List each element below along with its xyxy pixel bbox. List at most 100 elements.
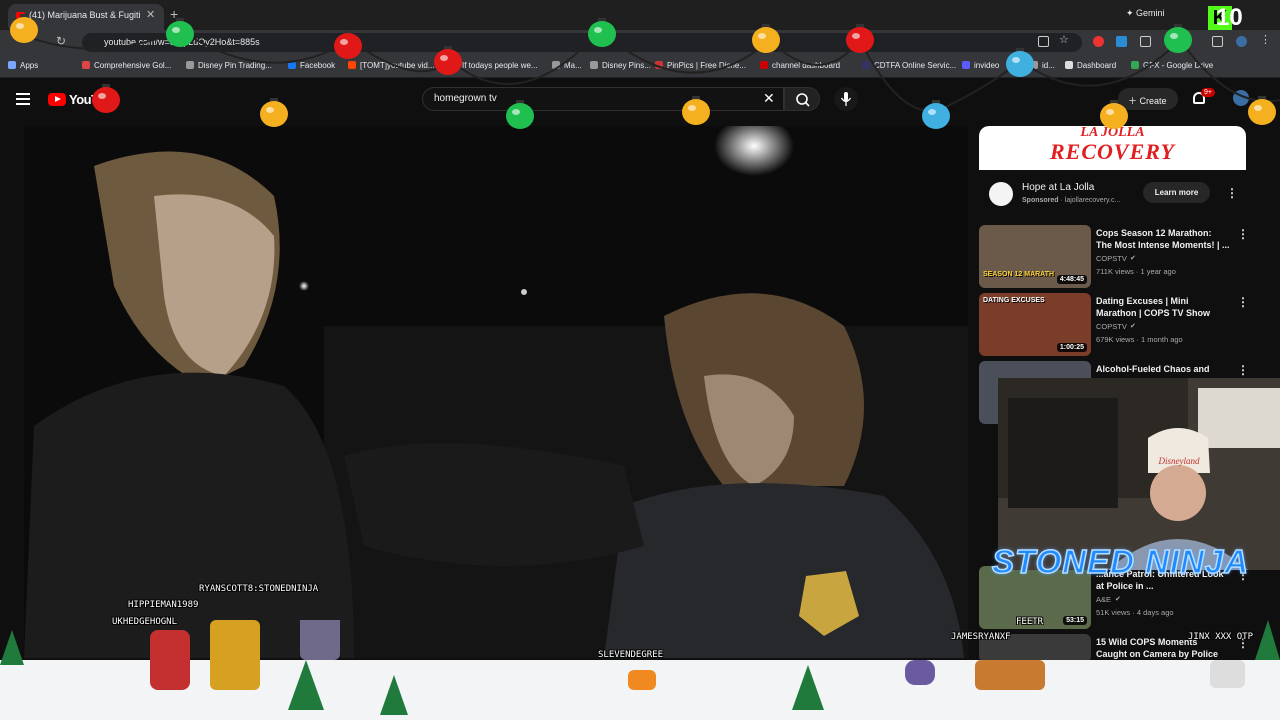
bookmark-favicon-icon xyxy=(288,61,296,69)
thumbnail-caption: SEASON 12 MARATH xyxy=(983,271,1055,278)
video-thumbnail[interactable]: DATING EXCUSES 1:00:25 xyxy=(979,293,1091,356)
recommendation-meta: 51K views · 4 days ago xyxy=(1096,608,1174,617)
chat-user-name: FEETR xyxy=(1016,617,1044,627)
media-controls-icon[interactable] xyxy=(1212,36,1223,47)
christmas-trees-overlay xyxy=(0,620,1280,715)
bookmark-favicon-icon xyxy=(655,61,663,69)
bookmark-item[interactable]: channel dashboard xyxy=(760,61,840,70)
chat-user-name: RYANSCOTT8:STONEDNINJA xyxy=(199,584,319,594)
bookmark-item[interactable]: id... xyxy=(1030,61,1055,70)
install-icon[interactable] xyxy=(1038,36,1049,47)
avatar[interactable] xyxy=(1233,90,1249,106)
bookmark-item[interactable]: Dashboard xyxy=(1065,61,1116,70)
ad-banner-image[interactable]: LA JOLLA RECOVERY xyxy=(979,126,1246,170)
create-button[interactable]: ＋ Create xyxy=(1118,88,1178,110)
gemini-button[interactable]: ✦ Gemini xyxy=(1126,8,1165,19)
chat-user-name: JAMESRYANXF xyxy=(951,632,1011,642)
bookmark-item[interactable]: GFX - Google Drive xyxy=(1131,61,1213,70)
create-label: Create xyxy=(1139,96,1167,106)
bookmark-favicon-icon xyxy=(186,61,194,69)
learn-more-button[interactable]: Learn more xyxy=(1143,182,1210,203)
bookmark-item[interactable]: Facebook xyxy=(288,61,335,70)
video-frame xyxy=(24,126,968,658)
thumbnail-caption: DATING EXCUSES xyxy=(983,297,1045,304)
stream-overlay-title: STONED NINJA xyxy=(991,542,1250,581)
video-player[interactable] xyxy=(24,126,968,658)
man-shirt xyxy=(24,372,354,658)
youtube-favicon-icon xyxy=(16,12,25,20)
chat-user-name: SLEVENDEGREE xyxy=(598,650,664,660)
bookmark-item[interactable]: Disney Pins... xyxy=(590,61,651,70)
bookmark-label: Comprehensive Gol... xyxy=(94,61,172,70)
browser-tab-active[interactable]: (41) Marijuana Bust & Fugiti xyxy=(8,4,164,30)
notifications-badge: 9+ xyxy=(1201,88,1215,97)
video-thumbnail[interactable]: SEASON 12 MARATH 4:48:45 xyxy=(979,225,1091,288)
recommendation-more-options-icon[interactable]: ⋮ xyxy=(1237,296,1249,308)
recommendation-title[interactable]: Alcohol-Fueled Chaos and xyxy=(1096,363,1230,375)
tab-close-icon[interactable]: ✕ xyxy=(146,8,155,21)
bookmark-item[interactable]: invideo xyxy=(962,61,999,70)
ad-title[interactable]: Hope at La Jolla xyxy=(1022,182,1094,193)
recommendation-title[interactable]: Dating Excuses | Mini Marathon | COPS TV… xyxy=(1096,295,1230,319)
viewer-counter: 10 xyxy=(1216,4,1243,31)
youtube-logo-text[interactable]: YouT xyxy=(69,92,99,107)
bookmark-item[interactable]: Apps xyxy=(8,61,38,70)
verified-icon: ✔ xyxy=(1130,255,1136,262)
bookmark-label: GFX - Google Drive xyxy=(1143,61,1214,70)
search-button[interactable] xyxy=(784,87,820,111)
sponsored-label: Sponsored xyxy=(1022,197,1059,204)
clear-search-icon[interactable]: ✕ xyxy=(763,90,775,107)
advertiser-logo[interactable] xyxy=(989,182,1013,206)
bookmark-favicon-icon xyxy=(348,61,356,69)
extensions-puzzle-icon[interactable] xyxy=(1140,36,1151,47)
bookmark-favicon-icon xyxy=(760,61,768,69)
recommendation-more-options-icon[interactable]: ⋮ xyxy=(1237,364,1249,376)
hamburger-menu-icon[interactable] xyxy=(16,93,30,105)
bookmark-item[interactable]: PinPics | Free Disne... xyxy=(655,61,746,70)
profile-icon[interactable] xyxy=(1236,36,1247,47)
webcam-frame: Disneyland xyxy=(998,378,1280,570)
gaming-chair xyxy=(1008,398,1118,508)
ad-banner-line2: RECOVERY xyxy=(1050,139,1175,164)
bookmark-item[interactable]: Ma... xyxy=(552,61,582,70)
bookmark-favicon-icon xyxy=(82,61,90,69)
bookmark-star-icon[interactable]: ☆ xyxy=(1059,33,1070,46)
bookmark-favicon-icon xyxy=(1030,61,1038,69)
extension-blue-icon[interactable] xyxy=(1116,36,1127,47)
address-bar[interactable]: youtube.com/w=ccJpLdOy2Ho&t=885s xyxy=(82,33,1082,52)
bookmark-item[interactable]: Disney Pin Trading... xyxy=(186,61,272,70)
recommendation-channel[interactable]: COPSTV xyxy=(1096,322,1127,331)
recommendation-title[interactable]: Cops Season 12 Marathon: The Most Intens… xyxy=(1096,227,1230,251)
bookmark-favicon-icon xyxy=(962,61,970,69)
recommendation-channel[interactable]: COPSTV xyxy=(1096,254,1127,263)
url-text-tail: =ccJpLdOy2Ho&t=885s xyxy=(164,37,260,47)
bookmark-favicon-icon xyxy=(8,61,16,69)
pixel-sprites-group xyxy=(975,660,1045,690)
new-tab-icon[interactable]: + xyxy=(170,6,178,22)
voice-search-button[interactable] xyxy=(834,87,858,111)
bookmark-item[interactable]: Comprehensive Gol... xyxy=(82,61,171,70)
verified-icon: ✔ xyxy=(1130,323,1136,330)
hardhat-sprite xyxy=(628,670,656,690)
bookmark-item[interactable]: CDTFA Online Servic... xyxy=(862,61,956,70)
bookmark-label: [TOMT]youtube vid... xyxy=(360,61,435,70)
youtube-logo-icon[interactable] xyxy=(48,93,66,106)
recommendation-more-options-icon[interactable]: ⋮ xyxy=(1237,228,1249,240)
bookmark-label: CDTFA Online Servic... xyxy=(874,61,957,70)
recommendation-channel[interactable]: A&E xyxy=(1096,595,1111,604)
url-text: youtube.com/w xyxy=(104,37,165,47)
bookmark-label: If todays people we... xyxy=(462,61,538,70)
cap-text: Disneyland xyxy=(1158,456,1200,466)
bookmark-item[interactable]: [TOMT]youtube vid... xyxy=(348,61,435,70)
ad-more-options-icon[interactable]: ⋮ xyxy=(1226,187,1238,199)
extension-red-icon[interactable] xyxy=(1093,36,1104,47)
video-duration-badge: 1:00:25 xyxy=(1056,343,1087,352)
chrome-menu-icon[interactable]: ⋮ xyxy=(1260,33,1271,46)
knuckles-sprite xyxy=(150,630,190,690)
reload-icon[interactable]: ↻ xyxy=(56,34,66,48)
bookmark-item[interactable]: If todays people we... xyxy=(450,61,538,70)
bookmark-favicon-icon xyxy=(450,61,458,69)
bookmark-label: invideo xyxy=(974,61,1000,70)
microphone-icon xyxy=(840,92,852,106)
search-query[interactable]: homegrown tv xyxy=(434,93,497,104)
